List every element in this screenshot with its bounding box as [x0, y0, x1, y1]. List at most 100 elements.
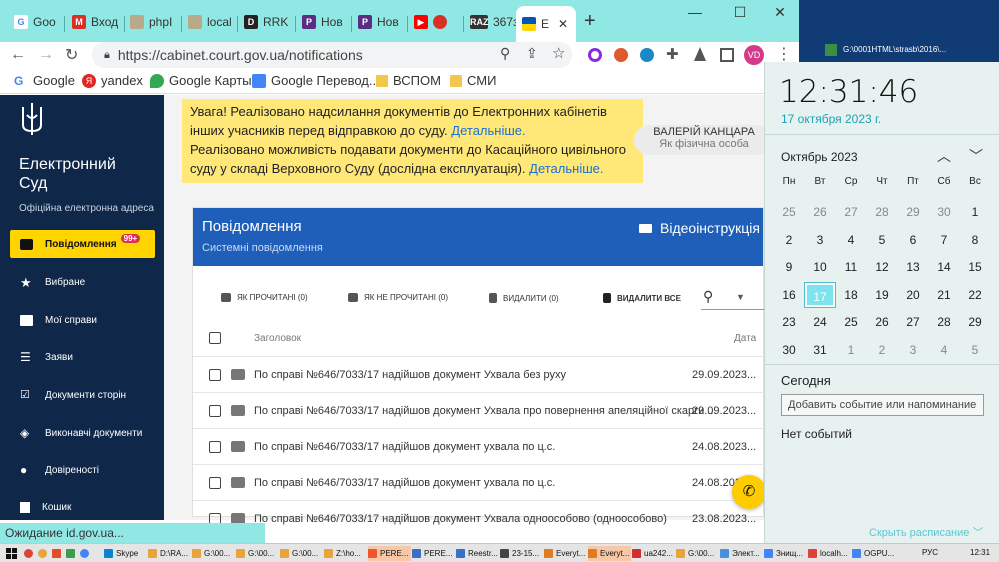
taskbar-item[interactable]: Everyt... — [588, 546, 631, 561]
calendar-day[interactable]: 7 — [929, 228, 959, 252]
calendar-day[interactable]: 2 — [867, 338, 897, 362]
bookmark-translate[interactable]: Google Перевод... — [252, 73, 380, 88]
app-icon[interactable] — [52, 549, 61, 558]
taskbar-item[interactable]: G:\00... — [280, 546, 323, 561]
calendar-day[interactable]: 21 — [929, 283, 959, 307]
calendar-day[interactable]: 11 — [836, 255, 866, 279]
extension-icon[interactable] — [640, 48, 654, 62]
taskbar-item[interactable]: Z:\ho... — [324, 546, 367, 561]
row-checkbox[interactable] — [209, 369, 221, 381]
chrome-icon[interactable] — [24, 549, 33, 558]
start-button[interactable] — [6, 546, 17, 561]
calendar-day[interactable]: 28 — [867, 200, 897, 224]
calendar-day[interactable]: 20 — [898, 283, 928, 307]
star-bookmark-icon[interactable]: ☆ — [552, 44, 565, 62]
extension-icon[interactable] — [588, 48, 602, 62]
user-menu[interactable]: ВАЛЕРІЙ КАНЦАРА Як фізична особа — [634, 125, 774, 155]
calendar-day[interactable]: 10 — [805, 255, 835, 279]
language-indicator[interactable]: РУС — [922, 548, 938, 557]
calendar-day[interactable]: 27 — [836, 200, 866, 224]
browser-tab[interactable]: D RRK — [238, 8, 294, 36]
calendar-day[interactable]: 4 — [836, 228, 866, 252]
nav-item-my-cases[interactable]: Мої справи — [10, 306, 155, 334]
extension-icon[interactable] — [614, 48, 628, 62]
taskbar-item[interactable]: localh... — [808, 546, 851, 561]
calendar-day[interactable]: 9 — [774, 255, 804, 279]
delete-all-button[interactable]: ВИДАЛИТИ ВСЕ — [603, 293, 681, 303]
forward-icon[interactable]: → — [38, 46, 54, 64]
new-tab-button[interactable]: + — [584, 10, 596, 33]
share-icon[interactable]: ⇪ — [526, 45, 538, 62]
phone-call-button[interactable]: ✆ — [732, 475, 766, 509]
nav-item-favorites[interactable]: ★ Вибране — [10, 268, 155, 296]
calendar-day[interactable]: 29 — [960, 310, 990, 334]
calendar-month-label[interactable]: Октябрь 2023 — [781, 150, 858, 164]
nav-item-applications[interactable]: ☰ Заяви — [10, 343, 155, 371]
browser-tab[interactable]: ▶ — [408, 8, 462, 36]
calendar-day[interactable]: 30 — [774, 338, 804, 362]
calendar-day[interactable]: 4 — [929, 338, 959, 362]
bookmark-maps[interactable]: Google Карты — [150, 73, 252, 88]
row-checkbox[interactable] — [209, 405, 221, 417]
calendar-day[interactable]: 1 — [836, 338, 866, 362]
delete-button[interactable]: ВИДАЛИТИ (0) — [489, 293, 559, 303]
taskbar-item[interactable]: ua242... — [632, 546, 675, 561]
calendar-day[interactable]: 22 — [960, 283, 990, 307]
calendar-day[interactable]: 25 — [836, 310, 866, 334]
table-row[interactable]: По справі №646/7033/17 надійшов документ… — [193, 500, 765, 536]
calendar-day[interactable]: 5 — [867, 228, 897, 252]
chrome-icon[interactable] — [38, 549, 47, 558]
calendar-day[interactable]: 29 — [898, 200, 928, 224]
mark-unread-button[interactable]: ЯК НЕ ПРОЧИТАНІ (0) — [348, 293, 448, 302]
browser-tab[interactable]: phpI — [124, 8, 180, 36]
calendar-day[interactable]: 23 — [774, 310, 804, 334]
chevron-down-icon[interactable]: ▼ — [736, 292, 745, 302]
calendar-day[interactable]: 15 — [960, 255, 990, 279]
maximize-button[interactable]: ☐ — [725, 4, 755, 21]
calendar-day[interactable]: 2 — [774, 228, 804, 252]
calendar-day[interactable]: 26 — [867, 310, 897, 334]
sidepanel-icon[interactable] — [720, 48, 734, 62]
chevron-up-icon[interactable]: ︿ — [937, 146, 951, 166]
omnibox[interactable]: 🔒︎ https://cabinet.court.gov.ua/notifica… — [92, 42, 572, 68]
calendar-day-today[interactable]: 17 — [804, 281, 836, 308]
menu-icon[interactable]: ⋮ — [776, 44, 792, 64]
browser-tab[interactable]: M Вход — [66, 8, 124, 36]
flask-icon[interactable] — [694, 47, 706, 61]
calendar-day[interactable]: 26 — [805, 200, 835, 224]
nav-item-party-documents[interactable]: ☑ Документи сторін — [10, 381, 155, 409]
taskbar-item[interactable]: Everyt... — [544, 546, 587, 561]
chevron-down-icon[interactable]: ﹀ — [969, 146, 983, 166]
browser-tab[interactable]: G Goo — [8, 8, 64, 36]
calendar-day[interactable]: 24 — [805, 310, 835, 334]
bookmark-folder[interactable]: ВСПОМ — [376, 73, 441, 88]
taskbar-item[interactable]: Знищ... — [764, 546, 807, 561]
taskbar-item[interactable]: PERE... — [412, 546, 455, 561]
table-row[interactable]: По справі №646/7033/17 надійшов документ… — [193, 392, 765, 428]
nav-item-trash[interactable]: Кошик — [10, 493, 155, 521]
browser-tab[interactable]: P Нов — [296, 8, 350, 36]
browser-tab[interactable]: RAZ 367з — [464, 8, 516, 36]
nav-item-powers-of-attorney[interactable]: ● Довіреності — [10, 456, 155, 484]
calendar-day[interactable]: 31 — [805, 338, 835, 362]
nav-item-notifications[interactable]: Повідомлення 99+ — [10, 230, 155, 258]
calendar-day[interactable]: 3 — [805, 228, 835, 252]
taskbar-clock[interactable]: 12:31 — [970, 548, 990, 557]
taskbar-item[interactable]: Reestr... — [456, 546, 499, 561]
calendar-day[interactable]: 8 — [960, 228, 990, 252]
select-all-checkbox[interactable] — [209, 332, 221, 344]
mark-read-button[interactable]: ЯК ПРОЧИТАНІ (0) — [221, 293, 308, 302]
add-event-input[interactable]: Добавить событие или напоминание — [781, 394, 984, 416]
calendar-day[interactable]: 3 — [898, 338, 928, 362]
nav-item-enforcement-documents[interactable]: ◈ Виконавчі документи — [10, 419, 155, 447]
reload-icon[interactable]: ↻ — [65, 45, 78, 65]
table-row[interactable]: По справі №646/7033/17 надійшов документ… — [193, 356, 765, 392]
browser-tab[interactable]: P Нов — [352, 8, 406, 36]
table-row[interactable]: По справі №646/7033/17 надійшов документ… — [193, 428, 765, 464]
calendar-day[interactable]: 18 — [836, 283, 866, 307]
row-checkbox[interactable] — [209, 441, 221, 453]
puzzle-icon[interactable]: ✚ — [666, 45, 679, 63]
browser-tab[interactable]: local — [182, 8, 236, 36]
close-tab-icon[interactable]: ✕ — [558, 17, 568, 31]
calendar-day[interactable]: 1 — [960, 200, 990, 224]
